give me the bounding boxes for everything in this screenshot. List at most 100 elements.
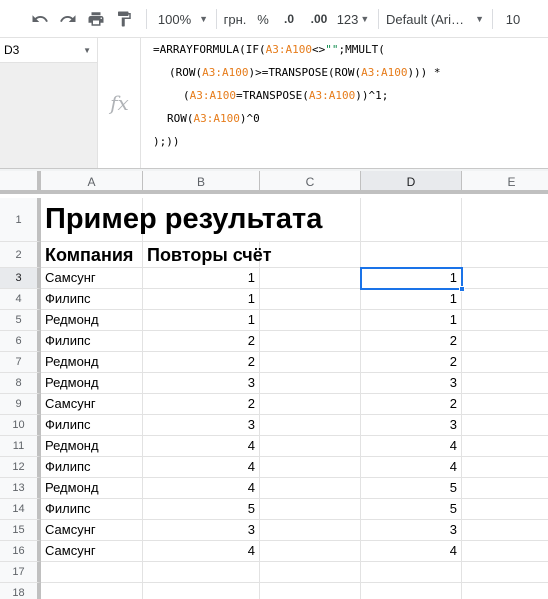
cell-e12[interactable] xyxy=(462,457,548,478)
increase-decimals-button[interactable]: .00 xyxy=(305,0,333,38)
cell-d7[interactable]: 2 xyxy=(361,352,462,373)
cell-d3[interactable]: 1 xyxy=(361,268,462,289)
cell-a16[interactable]: Самсунг xyxy=(41,541,143,562)
cell-a2[interactable]: Компания xyxy=(41,242,143,268)
select-all-corner[interactable] xyxy=(0,171,41,194)
cell-e1[interactable] xyxy=(462,198,548,242)
cell-a5[interactable]: Редмонд xyxy=(41,310,143,331)
cell-a11[interactable]: Редмонд xyxy=(41,436,143,457)
row-header-17[interactable]: 17 xyxy=(0,562,41,583)
cell-a4[interactable]: Филипс xyxy=(41,289,143,310)
cell-c7[interactable] xyxy=(260,352,361,373)
cell-d9[interactable]: 2 xyxy=(361,394,462,415)
column-header-d[interactable]: D xyxy=(361,171,462,194)
cell-a12[interactable]: Филипс xyxy=(41,457,143,478)
column-header-a[interactable]: A xyxy=(41,171,143,194)
row-header-12[interactable]: 12 xyxy=(0,457,41,478)
cell-e5[interactable] xyxy=(462,310,548,331)
cell-d14[interactable]: 5 xyxy=(361,499,462,520)
more-formats-button[interactable]: 123 ▼ xyxy=(335,0,371,38)
cell-a6[interactable]: Филипс xyxy=(41,331,143,352)
redo-icon[interactable] xyxy=(54,0,82,38)
cell-b3[interactable]: 1 xyxy=(143,268,260,289)
cell-b5[interactable]: 1 xyxy=(143,310,260,331)
column-header-b[interactable]: B xyxy=(143,171,260,194)
cell-a7[interactable]: Редмонд xyxy=(41,352,143,373)
row-header-11[interactable]: 11 xyxy=(0,436,41,457)
cell-c13[interactable] xyxy=(260,478,361,499)
cell-c6[interactable] xyxy=(260,331,361,352)
cell-a8[interactable]: Редмонд xyxy=(41,373,143,394)
cell-a17[interactable] xyxy=(41,562,143,583)
row-header-14[interactable]: 14 xyxy=(0,499,41,520)
percent-format-button[interactable]: % xyxy=(253,0,273,38)
cell-e7[interactable] xyxy=(462,352,548,373)
cell-e14[interactable] xyxy=(462,499,548,520)
cell-d16[interactable]: 4 xyxy=(361,541,462,562)
formula-bar[interactable]: =ARRAYFORMULA(IF(A3:A100<>"";MMULT( (ROW… xyxy=(142,38,548,168)
font-size-select[interactable]: 10 xyxy=(498,0,528,38)
cell-c10[interactable] xyxy=(260,415,361,436)
cell-d5[interactable]: 1 xyxy=(361,310,462,331)
cell-a3[interactable]: Самсунг xyxy=(41,268,143,289)
cell-c4[interactable] xyxy=(260,289,361,310)
print-icon[interactable] xyxy=(82,0,110,38)
cell-a15[interactable]: Самсунг xyxy=(41,520,143,541)
cell-d18[interactable] xyxy=(361,583,462,599)
cell-c2[interactable] xyxy=(260,242,361,268)
cell-b15[interactable]: 3 xyxy=(143,520,260,541)
cell-e4[interactable] xyxy=(462,289,548,310)
cell-d13[interactable]: 5 xyxy=(361,478,462,499)
row-header-10[interactable]: 10 xyxy=(0,415,41,436)
cell-d1[interactable] xyxy=(361,198,462,242)
row-header-5[interactable]: 5 xyxy=(0,310,41,331)
column-header-e[interactable]: E xyxy=(462,171,548,194)
cell-c16[interactable] xyxy=(260,541,361,562)
cell-b13[interactable]: 4 xyxy=(143,478,260,499)
cell-e2[interactable] xyxy=(462,242,548,268)
decrease-decimals-button[interactable]: .0 xyxy=(277,0,301,38)
row-header-4[interactable]: 4 xyxy=(0,289,41,310)
cell-e9[interactable] xyxy=(462,394,548,415)
cell-a10[interactable]: Филипс xyxy=(41,415,143,436)
row-header-15[interactable]: 15 xyxy=(0,520,41,541)
currency-format-button[interactable]: грн. xyxy=(219,0,251,38)
row-header-8[interactable]: 8 xyxy=(0,373,41,394)
cell-a1[interactable]: Пример результата xyxy=(41,198,322,242)
row-header-6[interactable]: 6 xyxy=(0,331,41,352)
cell-c14[interactable] xyxy=(260,499,361,520)
cell-e10[interactable] xyxy=(462,415,548,436)
cell-e16[interactable] xyxy=(462,541,548,562)
cell-d2[interactable] xyxy=(361,242,462,268)
row-header-18[interactable]: 18 xyxy=(0,583,41,599)
row-header-2[interactable]: 2 xyxy=(0,242,41,268)
cell-d6[interactable]: 2 xyxy=(361,331,462,352)
name-box[interactable]: D3 ▼ xyxy=(0,38,98,63)
cell-a9[interactable]: Самсунг xyxy=(41,394,143,415)
cell-e3[interactable] xyxy=(462,268,548,289)
cell-a14[interactable]: Филипс xyxy=(41,499,143,520)
cell-c11[interactable] xyxy=(260,436,361,457)
cell-e18[interactable] xyxy=(462,583,548,599)
cell-c9[interactable] xyxy=(260,394,361,415)
cell-d17[interactable] xyxy=(361,562,462,583)
cell-b18[interactable] xyxy=(143,583,260,599)
cell-b2[interactable]: Повторы счёт xyxy=(143,242,272,268)
cell-b11[interactable]: 4 xyxy=(143,436,260,457)
row-header-9[interactable]: 9 xyxy=(0,394,41,415)
cell-b14[interactable]: 5 xyxy=(143,499,260,520)
cell-e17[interactable] xyxy=(462,562,548,583)
cell-d11[interactable]: 4 xyxy=(361,436,462,457)
cell-c17[interactable] xyxy=(260,562,361,583)
cell-a13[interactable]: Редмонд xyxy=(41,478,143,499)
cell-b9[interactable]: 2 xyxy=(143,394,260,415)
cell-d12[interactable]: 4 xyxy=(361,457,462,478)
cell-b6[interactable]: 2 xyxy=(143,331,260,352)
cell-b8[interactable]: 3 xyxy=(143,373,260,394)
cell-e8[interactable] xyxy=(462,373,548,394)
cell-b10[interactable]: 3 xyxy=(143,415,260,436)
cell-e6[interactable] xyxy=(462,331,548,352)
cell-b4[interactable]: 1 xyxy=(143,289,260,310)
fill-handle[interactable] xyxy=(459,286,465,292)
row-header-7[interactable]: 7 xyxy=(0,352,41,373)
